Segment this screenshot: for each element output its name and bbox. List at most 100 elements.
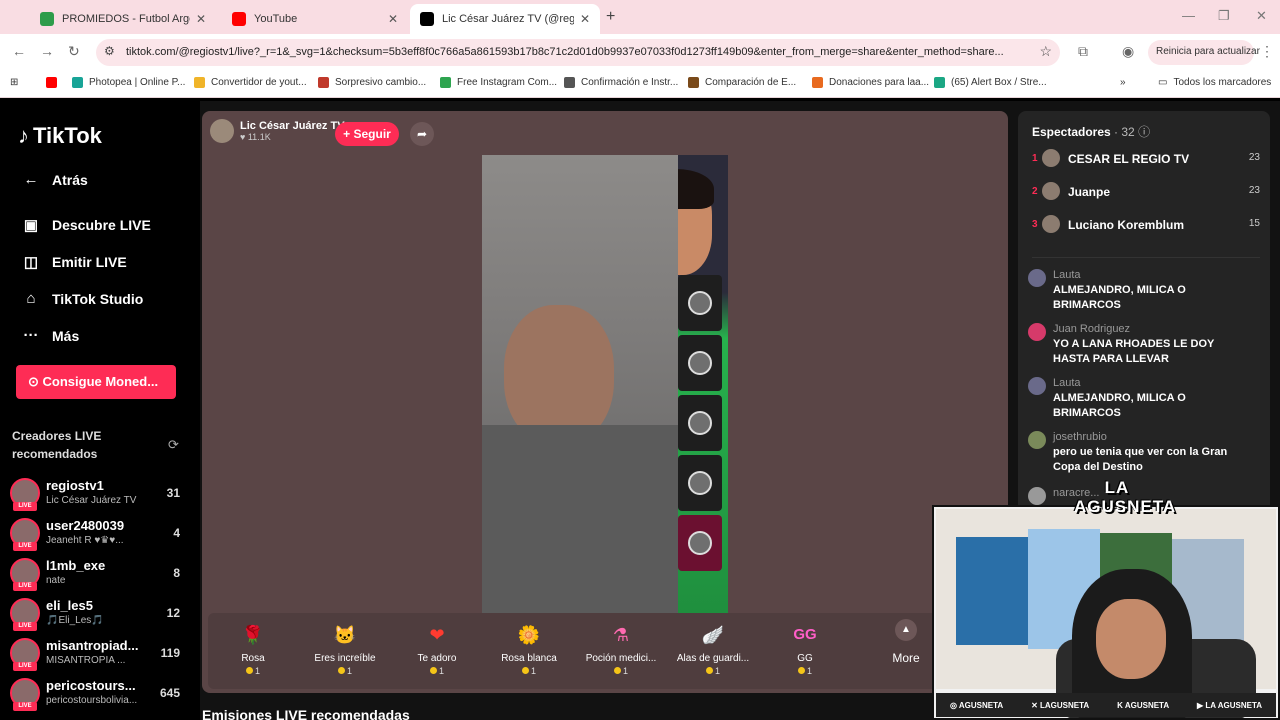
tab-youtube[interactable]: YouTube ✕ <box>222 4 408 34</box>
new-tab-icon[interactable]: + <box>606 8 615 26</box>
creator-name: user2480039 <box>46 518 125 533</box>
all-bookmarks[interactable]: ▭ Todos los marcadores <box>1158 77 1271 88</box>
close-window-icon[interactable]: ✕ <box>1256 8 1267 24</box>
close-tab-icon[interactable]: ✕ <box>580 12 590 26</box>
refresh-icon[interactable]: ⟳ <box>168 437 179 453</box>
bookmark-item[interactable]: Sorpresivo cambio... <box>318 77 426 88</box>
host-avatar[interactable] <box>210 119 234 143</box>
minimize-icon[interactable]: — <box>1182 8 1195 23</box>
follow-button[interactable]: + Seguir <box>335 122 399 146</box>
logo-text: TikTok <box>33 123 102 148</box>
tiktok-logo[interactable]: ♪ TikTok <box>18 123 102 149</box>
top-viewer[interactable]: 2 Juanpe 23 <box>1032 182 1260 204</box>
relaunch-button[interactable]: Reinicia para actualizar <box>1148 40 1260 65</box>
gift-item[interactable]: 🌼 Rosa blanca 1 <box>484 621 574 676</box>
creator-name: pericostours... <box>46 678 136 693</box>
bookmark-item[interactable]: Donaciones para laa... <box>812 77 929 88</box>
guest-cam[interactable] <box>678 335 722 391</box>
bookmark-item[interactable]: Comparación de E... <box>688 77 796 88</box>
creator-item[interactable]: LIVE user2480039 Jeaneht R ♥♛♥... 4 <box>10 518 190 554</box>
share-icon[interactable]: ➦ <box>410 122 434 146</box>
top-viewer[interactable]: 1 CESAR EL REGIO TV 23 <box>1032 149 1260 171</box>
bookmark-item[interactable]: (65) Alert Box / Stre... <box>934 77 1047 88</box>
gift-item[interactable]: 🌹 Rosa 1 <box>208 621 298 676</box>
chat-username[interactable]: josethrubio <box>1053 431 1107 443</box>
top-viewer[interactable]: 3 Luciano Koremblum 15 <box>1032 215 1260 237</box>
video-host-shirt <box>482 425 678 613</box>
recommended-creators-title: Creadores LIVE recomendados <box>12 429 102 461</box>
host-name[interactable]: Lic César Juárez TV <box>240 120 345 132</box>
get-coins-button[interactable]: ⊙ Consigue Moned... <box>16 365 176 399</box>
bookmark-item[interactable]: Convertidor de yout... <box>194 77 307 88</box>
creator-item[interactable]: LIVE regiostv1 Lic César Juárez TV 31 <box>10 478 190 514</box>
tab-tiktok[interactable]: Lic César Juárez TV (@regiostv1) ✕ <box>410 4 600 34</box>
bookmark-star-icon[interactable]: ☆ <box>1039 43 1052 60</box>
host-likes: ♥ 11.1K <box>240 132 271 142</box>
extensions-icon[interactable]: ⧉ <box>1078 43 1088 60</box>
gift-price: 1 <box>208 666 298 676</box>
creator-subtitle: MISANTROPIA ... <box>46 655 126 666</box>
guest-cam[interactable] <box>678 275 722 331</box>
site-info-icon[interactable]: ⚙ <box>104 44 115 58</box>
info-icon[interactable]: ⓘ <box>1138 125 1150 139</box>
creator-name: misantropiad... <box>46 638 139 653</box>
gift-item[interactable]: ⚗ Poción medici... 1 <box>576 621 666 676</box>
youtube-icon <box>46 77 57 88</box>
creator-item[interactable]: LIVE pericostours... pericostoursbolivia… <box>10 678 190 714</box>
white-rose-icon: 🌼 <box>517 625 541 645</box>
tab-promiedos[interactable]: PROMIEDOS - Futbol Argentino ✕ <box>30 4 216 34</box>
chat-username[interactable]: Juan Rodriguez <box>1053 323 1130 335</box>
back-link[interactable]: ← Atrás <box>20 171 88 188</box>
bookmark-item[interactable] <box>46 77 63 88</box>
guest-cam[interactable] <box>678 455 722 511</box>
restore-icon[interactable]: ❐ <box>1218 8 1230 24</box>
more-gifts-button[interactable]: ▲ More <box>876 619 936 665</box>
more-bookmarks-icon[interactable]: » <box>1120 77 1126 88</box>
bookmark-item[interactable]: Free Instagram Com... <box>440 77 557 88</box>
creator-item[interactable]: LIVE eli_les5 🎵Eli_Les🎵 12 <box>10 598 190 634</box>
gift-item[interactable]: 🪽 Alas de guardi... 1 <box>668 621 758 676</box>
bookmark-item[interactable]: Photopea | Online P... <box>72 77 185 88</box>
url-field[interactable]: ⚙ tiktok.com/@regiostv1/live?_r=1&_svg=1… <box>96 39 1060 66</box>
live-tv-icon: ▣ <box>23 217 39 234</box>
url-text[interactable]: tiktok.com/@regiostv1/live?_r=1&_svg=1&c… <box>126 46 1026 58</box>
chat-username[interactable]: Lauta <box>1053 377 1081 389</box>
bookmark-item[interactable]: Confirmación e Instr... <box>564 77 678 88</box>
gift-item[interactable]: GG GG 1 <box>760 621 850 676</box>
sidebar-item-studio[interactable]: ⌂ TikTok Studio <box>20 290 143 307</box>
close-tab-icon[interactable]: ✕ <box>196 12 206 26</box>
divider <box>1032 257 1260 258</box>
coin-icon: ⊙ <box>28 374 43 389</box>
avatar <box>1028 487 1046 505</box>
sidebar-item-go-live[interactable]: ◫ Emitir LIVE <box>20 253 127 271</box>
gift-price: 1 <box>392 666 482 676</box>
webcam-room <box>936 509 1276 718</box>
bookmark-label: Photopea | Online P... <box>89 77 186 88</box>
sidebar-item-discover-live[interactable]: ▣ Descubre LIVE <box>20 216 151 234</box>
gift-item[interactable]: ❤ Te adoro 1 <box>392 621 482 676</box>
address-bar-row: ← → ↻ ⚙ tiktok.com/@regiostv1/live?_r=1&… <box>0 34 1280 70</box>
viewer-name: CESAR EL REGIO TV <box>1068 152 1190 166</box>
close-tab-icon[interactable]: ✕ <box>388 12 398 26</box>
reload-icon[interactable]: ↻ <box>68 43 80 60</box>
gift-item[interactable]: 🐱 Eres increíble 1 <box>300 621 390 676</box>
guest-cam[interactable] <box>678 515 722 571</box>
coin-icon <box>797 667 805 674</box>
creator-name: eli_les5 <box>46 598 93 613</box>
chat-username[interactable]: Lauta <box>1053 269 1081 281</box>
forward-icon[interactable]: → <box>40 43 54 59</box>
sidebar-item-more[interactable]: ··· Más <box>20 327 80 344</box>
apps-grid-icon[interactable]: ⊞ <box>10 77 18 88</box>
menu-icon[interactable]: ⋮ <box>1260 43 1274 60</box>
back-icon[interactable]: ← <box>12 43 26 59</box>
viewer-name: Juanpe <box>1068 185 1111 199</box>
link-icon <box>564 77 575 88</box>
rank: 1 <box>1032 153 1038 164</box>
creator-item[interactable]: LIVE l1mb_exe nate 8 <box>10 558 190 594</box>
creator-item[interactable]: LIVE misantropiad... MISANTROPIA ... 119 <box>10 638 190 674</box>
profile-icon[interactable]: ◉ <box>1122 43 1134 60</box>
guest-cam[interactable] <box>678 395 722 451</box>
viewers-count: · 32 <box>1114 125 1135 139</box>
live-badge: LIVE <box>13 622 37 631</box>
host-info[interactable]: Lic César Juárez TV ♥ 11.1K <box>210 119 345 143</box>
